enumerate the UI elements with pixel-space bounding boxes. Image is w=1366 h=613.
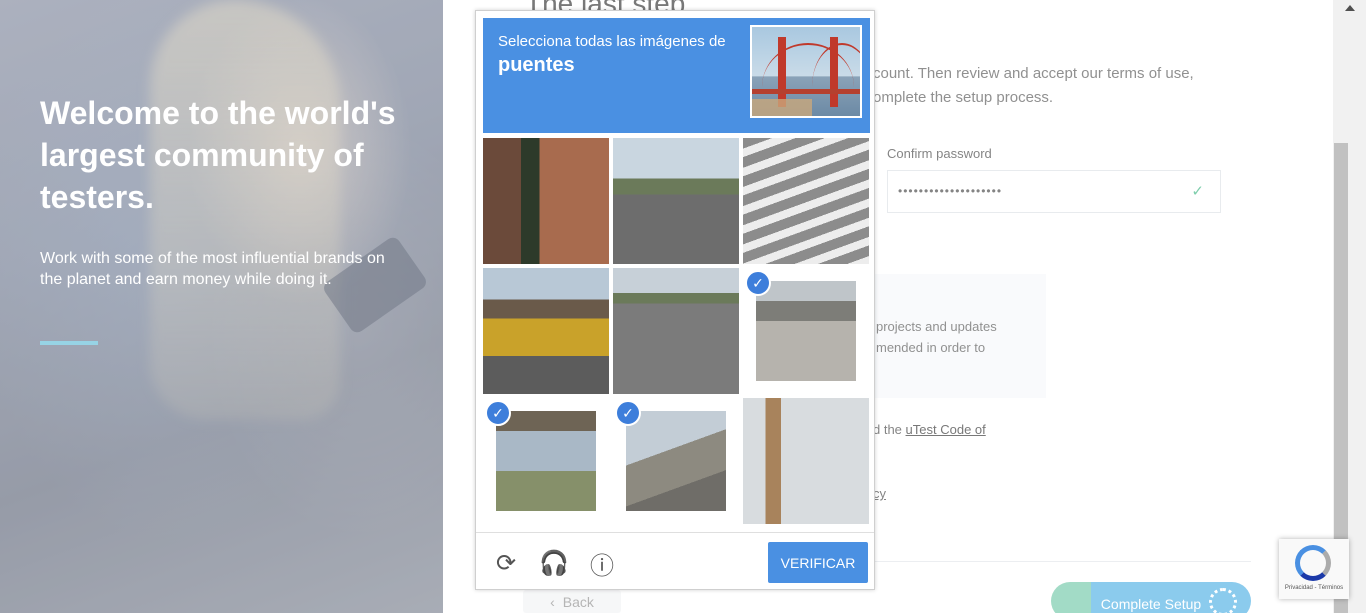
challenge-header: Selecciona todas las imágenes de puentes	[483, 18, 870, 133]
headphones-icon[interactable]: 🎧	[539, 548, 569, 578]
image-tile[interactable]	[743, 398, 869, 524]
checkmark-icon: ✓	[615, 400, 641, 426]
verify-button[interactable]: VERIFICAR	[768, 542, 868, 583]
challenge-prompt: Selecciona todas las imágenes de	[498, 33, 726, 50]
reload-icon[interactable]: ⟳	[491, 548, 521, 578]
image-tile[interactable]: ✓	[613, 398, 739, 524]
challenge-target: puentes	[498, 54, 575, 76]
image-tile[interactable]	[613, 268, 739, 394]
recaptcha-challenge: Selecciona todas las imágenes de puentes…	[475, 10, 875, 590]
recaptcha-logo-icon	[1295, 545, 1331, 581]
image-tile[interactable]	[483, 268, 609, 394]
recaptcha-badge[interactable]: Privacidad - Términos	[1279, 539, 1349, 599]
scrollbar[interactable]	[1333, 0, 1366, 613]
checkmark-icon: ✓	[485, 400, 511, 426]
checkmark-icon: ✓	[745, 270, 771, 296]
challenge-footer-divider	[476, 532, 874, 533]
info-icon[interactable]: ⓘ	[587, 548, 617, 580]
image-tile[interactable]: ✓	[483, 398, 609, 524]
image-tile[interactable]: ✓	[743, 268, 869, 394]
image-tile[interactable]	[483, 138, 609, 264]
sample-image	[750, 25, 862, 118]
image-tile[interactable]	[613, 138, 739, 264]
image-tile[interactable]	[743, 138, 869, 264]
badge-text[interactable]: Privacidad - Términos	[1283, 585, 1345, 591]
scroll-up-icon[interactable]	[1345, 5, 1355, 11]
